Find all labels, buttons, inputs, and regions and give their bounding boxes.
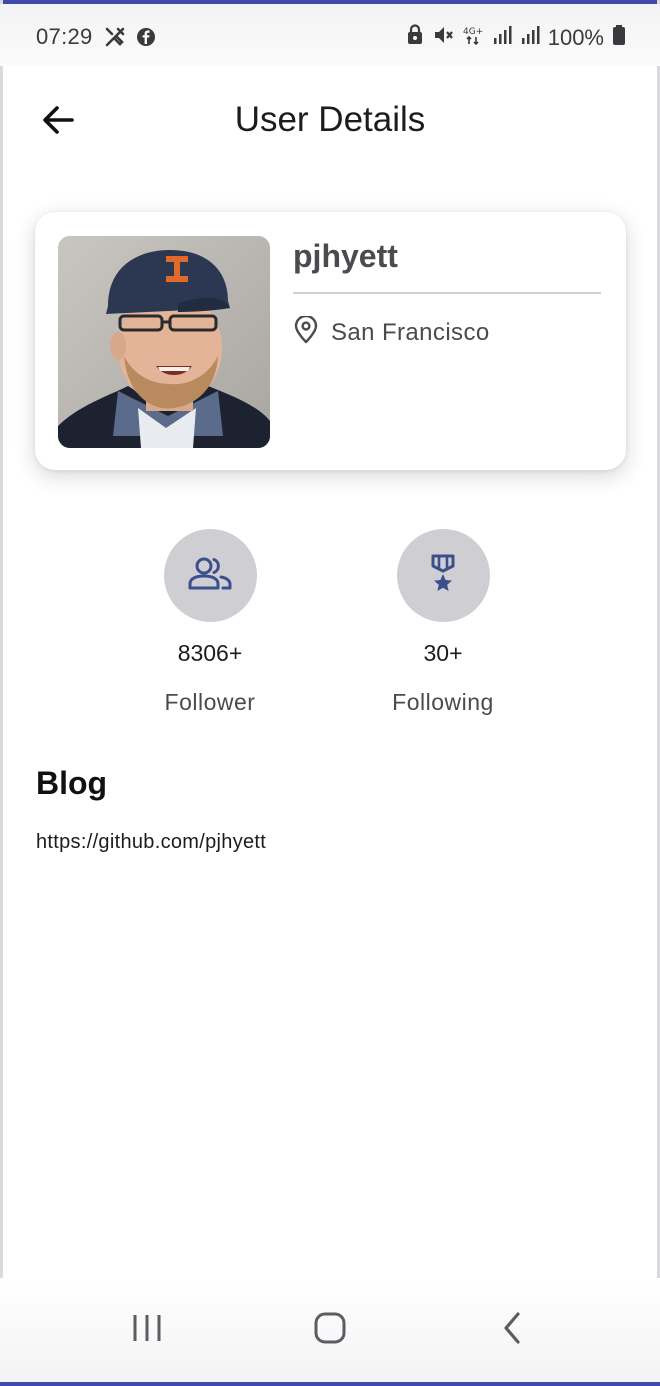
status-left-icons [104, 26, 156, 53]
following-icon-circle [396, 529, 490, 622]
people-icon [187, 555, 233, 596]
card-divider [293, 292, 601, 294]
system-nav-bar [0, 1278, 660, 1382]
follower-icon-circle [163, 529, 257, 622]
facebook-icon [136, 27, 156, 52]
signal-icon [520, 24, 540, 51]
recents-icon [131, 1313, 163, 1348]
status-bar: 07:29 4G+ 100% [0, 4, 660, 66]
status-time: 07:29 [36, 24, 93, 49]
signal-icon [492, 24, 512, 51]
home-icon [313, 1311, 347, 1350]
location-row: San Francisco [293, 314, 490, 349]
blog-heading: Blog [36, 765, 108, 801]
lock-icon [406, 24, 424, 51]
window-bottom-border [0, 1382, 660, 1386]
battery-percentage: 100% [547, 24, 604, 50]
following-label: Following [392, 689, 494, 715]
page-title: User Details [234, 100, 426, 139]
following-stat[interactable]: 30+ Following [343, 529, 543, 716]
following-count: 30+ [423, 640, 463, 666]
home-button[interactable] [290, 1278, 370, 1382]
data-4g-icon: 4G+ [462, 24, 484, 51]
medal-icon [428, 553, 458, 598]
mute-icon [432, 24, 454, 51]
tools-icon [104, 26, 126, 53]
follower-count: 8306+ [177, 640, 243, 666]
username: pjhyett [293, 238, 398, 274]
follower-label: Follower [164, 689, 256, 715]
avatar [58, 236, 270, 448]
profile-card: pjhyett San Francisco [35, 212, 626, 470]
location-text: San Francisco [331, 318, 490, 346]
app-bar: User Details [0, 66, 660, 176]
svg-text:4G+: 4G+ [463, 27, 483, 37]
recents-button[interactable] [107, 1278, 187, 1382]
battery-icon [612, 24, 626, 51]
nav-back-button[interactable] [472, 1278, 552, 1382]
map-pin-icon [293, 314, 319, 349]
back-icon [501, 1311, 523, 1350]
follower-stat[interactable]: 8306+ Follower [110, 529, 310, 716]
blog-link[interactable]: https://github.com/pjhyett [36, 831, 266, 854]
window-left-border [0, 0, 3, 1386]
status-right-icons: 4G+ 100% [406, 24, 626, 51]
